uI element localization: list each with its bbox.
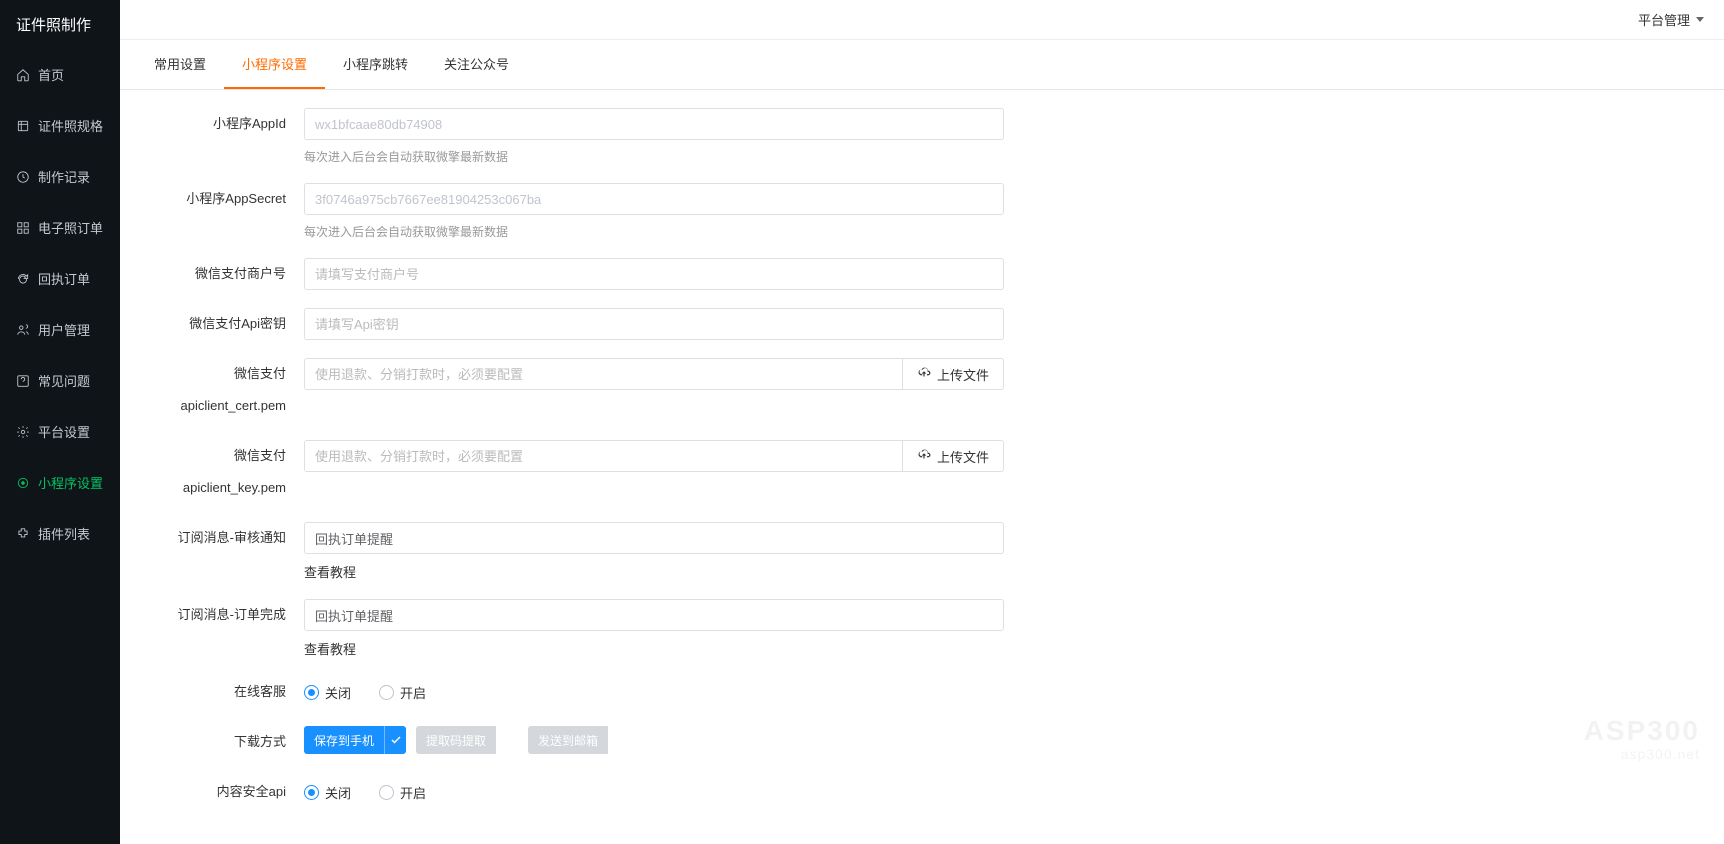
key-upload-label: 上传文件 bbox=[937, 447, 989, 466]
main: 平台管理 常用设置小程序设置小程序跳转关注公众号 小程序AppId 每次进入后台… bbox=[120, 0, 1724, 844]
apikey-input[interactable] bbox=[304, 308, 1004, 340]
sidebar-item-9[interactable]: 插件列表 bbox=[0, 508, 120, 559]
radio-icon bbox=[379, 685, 394, 700]
appsecret-label: 小程序AppSecret bbox=[144, 183, 304, 215]
secapi-label: 内容安全api bbox=[144, 776, 304, 808]
check-icon bbox=[496, 726, 518, 754]
secapi-radio-on[interactable]: 开启 bbox=[379, 783, 426, 802]
kefu-label: 在线客服 bbox=[144, 676, 304, 708]
question-icon bbox=[16, 374, 30, 388]
appsecret-input[interactable] bbox=[304, 183, 1004, 215]
kefu-radio-off[interactable]: 关闭 bbox=[304, 683, 351, 702]
cert-upload-button[interactable]: 上传文件 bbox=[903, 358, 1004, 390]
upload-icon bbox=[917, 448, 931, 465]
platform-menu-label: 平台管理 bbox=[1638, 10, 1690, 29]
download-opt-save-phone[interactable]: 保存到手机 bbox=[304, 726, 406, 754]
kefu-on-label: 开启 bbox=[400, 683, 426, 702]
sub-done-tutorial-link[interactable]: 查看教程 bbox=[304, 639, 356, 658]
content: 常用设置小程序设置小程序跳转关注公众号 小程序AppId 每次进入后台会自动获取… bbox=[120, 40, 1724, 844]
mchid-input[interactable] bbox=[304, 258, 1004, 290]
secapi-on-label: 开启 bbox=[400, 783, 426, 802]
sidebar-item-label: 回执订单 bbox=[38, 269, 90, 288]
sidebar-item-label: 电子照订单 bbox=[38, 218, 103, 237]
sidebar: 证件照制作 首页证件照规格制作记录电子照订单回执订单用户管理常见问题平台设置小程… bbox=[0, 0, 120, 844]
sidebar-item-4[interactable]: 回执订单 bbox=[0, 253, 120, 304]
download-opt-extract-code[interactable]: 提取码提取 bbox=[416, 726, 518, 754]
download-opt2-label: 提取码提取 bbox=[416, 726, 496, 754]
appid-input[interactable] bbox=[304, 108, 1004, 140]
download-label: 下载方式 bbox=[144, 726, 304, 758]
topbar: 平台管理 bbox=[120, 0, 1724, 40]
download-opt1-label: 保存到手机 bbox=[304, 726, 384, 754]
cert-label: 微信支付 apiclient_cert.pem bbox=[144, 358, 304, 422]
platform-menu[interactable]: 平台管理 bbox=[1638, 10, 1704, 29]
sidebar-item-label: 用户管理 bbox=[38, 320, 90, 339]
radio-icon bbox=[379, 785, 394, 800]
cert-input[interactable] bbox=[304, 358, 903, 390]
gear-icon bbox=[16, 425, 30, 439]
apikey-label: 微信支付Api密钥 bbox=[144, 308, 304, 340]
sidebar-item-label: 首页 bbox=[38, 65, 64, 84]
users-icon bbox=[16, 323, 30, 337]
key-input[interactable] bbox=[304, 440, 903, 472]
sub-audit-label: 订阅消息-审核通知 bbox=[144, 522, 304, 554]
check-icon bbox=[384, 726, 406, 754]
tabs: 常用设置小程序设置小程序跳转关注公众号 bbox=[120, 40, 1724, 90]
tab-2[interactable]: 小程序跳转 bbox=[325, 40, 426, 89]
sidebar-item-6[interactable]: 常见问题 bbox=[0, 355, 120, 406]
sidebar-item-label: 插件列表 bbox=[38, 524, 90, 543]
key-label: 微信支付 apiclient_key.pem bbox=[144, 440, 304, 504]
download-opt3-label: 发送到邮箱 bbox=[528, 726, 608, 754]
sidebar-item-label: 制作记录 bbox=[38, 167, 90, 186]
sidebar-item-label: 小程序设置 bbox=[38, 473, 103, 492]
download-opt-send-email[interactable]: 发送到邮箱 bbox=[528, 726, 630, 754]
sidebar-item-label: 证件照规格 bbox=[38, 116, 103, 135]
circle-icon bbox=[16, 476, 30, 490]
sidebar-item-3[interactable]: 电子照订单 bbox=[0, 202, 120, 253]
mchid-label: 微信支付商户号 bbox=[144, 258, 304, 290]
sidebar-item-5[interactable]: 用户管理 bbox=[0, 304, 120, 355]
sidebar-item-8[interactable]: 小程序设置 bbox=[0, 457, 120, 508]
sidebar-item-0[interactable]: 首页 bbox=[0, 49, 120, 100]
grid-icon bbox=[16, 221, 30, 235]
tab-1[interactable]: 小程序设置 bbox=[224, 40, 325, 89]
radio-icon bbox=[304, 685, 319, 700]
secapi-radio-off[interactable]: 关闭 bbox=[304, 783, 351, 802]
sub-audit-input[interactable] bbox=[304, 522, 1004, 554]
tab-3[interactable]: 关注公众号 bbox=[426, 40, 527, 89]
sub-done-input[interactable] bbox=[304, 599, 1004, 631]
kefu-off-label: 关闭 bbox=[325, 683, 351, 702]
radio-icon bbox=[304, 785, 319, 800]
appsecret-hint: 每次进入后台会自动获取微擎最新数据 bbox=[304, 223, 1004, 240]
refresh-icon bbox=[16, 272, 30, 286]
upload-icon bbox=[917, 366, 931, 383]
sub-audit-tutorial-link[interactable]: 查看教程 bbox=[304, 562, 356, 581]
clock-icon bbox=[16, 170, 30, 184]
spec-icon bbox=[16, 119, 30, 133]
secapi-off-label: 关闭 bbox=[325, 783, 351, 802]
plugin-icon bbox=[16, 527, 30, 541]
appid-hint: 每次进入后台会自动获取微擎最新数据 bbox=[304, 148, 1004, 165]
key-upload-button[interactable]: 上传文件 bbox=[903, 440, 1004, 472]
chevron-down-icon bbox=[1696, 17, 1704, 22]
home-icon bbox=[16, 68, 30, 82]
sub-done-label: 订阅消息-订单完成 bbox=[144, 599, 304, 631]
sidebar-item-label: 常见问题 bbox=[38, 371, 90, 390]
tab-0[interactable]: 常用设置 bbox=[136, 40, 224, 89]
settings-form: 小程序AppId 每次进入后台会自动获取微擎最新数据 小程序AppSecret … bbox=[120, 90, 1724, 844]
app-title: 证件照制作 bbox=[0, 0, 120, 49]
appid-label: 小程序AppId bbox=[144, 108, 304, 140]
sidebar-item-1[interactable]: 证件照规格 bbox=[0, 100, 120, 151]
cert-upload-label: 上传文件 bbox=[937, 365, 989, 384]
sidebar-item-7[interactable]: 平台设置 bbox=[0, 406, 120, 457]
kefu-radio-on[interactable]: 开启 bbox=[379, 683, 426, 702]
check-icon bbox=[608, 726, 630, 754]
sidebar-item-2[interactable]: 制作记录 bbox=[0, 151, 120, 202]
sidebar-item-label: 平台设置 bbox=[38, 422, 90, 441]
